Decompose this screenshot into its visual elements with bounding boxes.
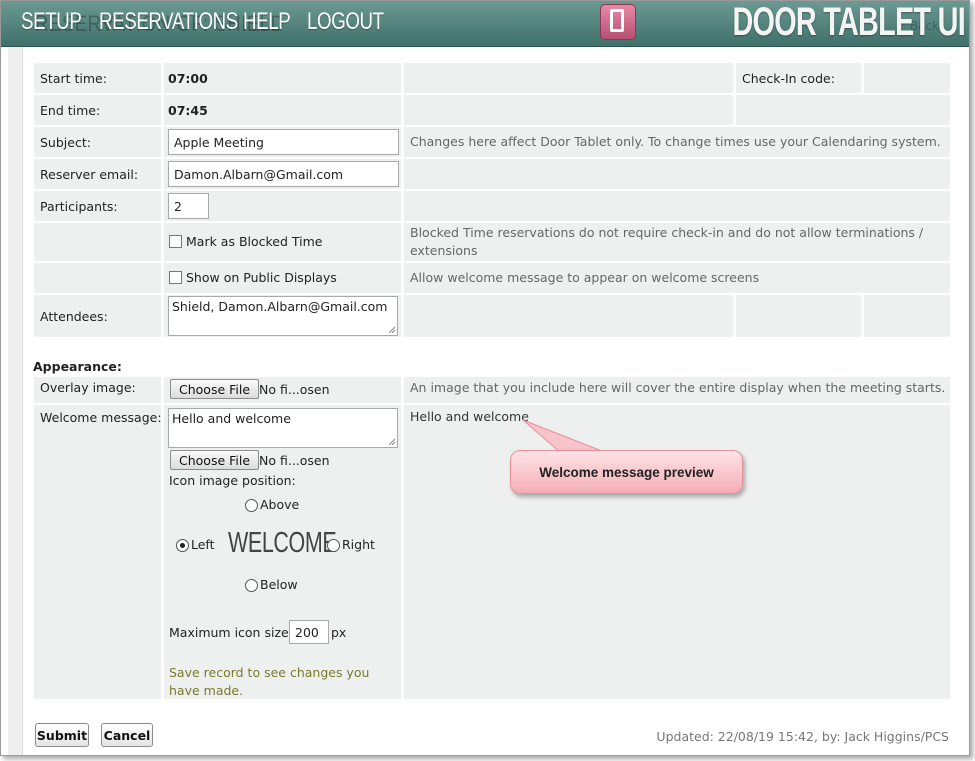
welcome-message-value: Hello and welcome — [172, 411, 291, 426]
overlay-image-label: Overlay image: — [40, 380, 136, 395]
public-displays-label: Show on Public Displays — [186, 270, 337, 285]
main-nav: SETUP RESERVATIONS HELP LOGOUT — [21, 8, 401, 36]
subject-input[interactable]: Apple Meeting — [168, 129, 399, 155]
welcome-message-label: Welcome message: — [40, 410, 162, 425]
left-scrollbar-track[interactable] — [8, 47, 23, 755]
radio-position-left[interactable] — [176, 539, 189, 552]
welcome-preview-callout: Welcome message preview — [510, 450, 743, 494]
participants-label: Participants: — [40, 199, 118, 214]
door-tablet-icon — [599, 4, 636, 40]
end-time-label: End time: — [40, 103, 101, 118]
overlay-choose-file-button[interactable]: Choose File — [170, 379, 260, 399]
attendees-label: Attendees: — [40, 309, 108, 324]
subject-label: Subject: — [40, 135, 91, 150]
overlay-file-name: No fi...osen — [259, 382, 330, 397]
radio-position-right[interactable] — [327, 539, 340, 552]
radio-right-label: Right — [342, 537, 375, 552]
blocked-time-note: Blocked Time reservations do not require… — [410, 225, 924, 258]
checkin-code-value — [864, 63, 950, 93]
attendees-value: Shield, Damon.Albarn@Gmail.com — [172, 299, 388, 314]
submit-button[interactable]: Submit — [35, 723, 89, 747]
welcome-icon-preview: WELCOME — [228, 527, 337, 559]
updated-info: Updated: 22/08/19 15:42, by: Jack Higgin… — [656, 729, 949, 744]
max-icon-size-unit: px — [331, 625, 347, 640]
start-time-label: Start time: — [40, 71, 107, 86]
cancel-button[interactable]: Cancel — [101, 723, 153, 747]
app-window: RESERVATION OF: SHIELD Back SETUP RESERV… — [0, 0, 970, 756]
start-time-value: 07:00 — [168, 71, 208, 86]
overlay-image-note: An image that you include here will cove… — [410, 380, 946, 395]
row-end-time: End time: 07:45 — [34, 95, 950, 125]
checkin-code-label: Check-In code: — [742, 71, 835, 86]
logo-text: DOOR TABLET UI — [732, 0, 965, 44]
welcome-choose-file-button[interactable]: Choose File — [170, 450, 260, 470]
max-icon-size-input[interactable]: 200 — [289, 620, 329, 644]
nav-reservations[interactable]: RESERVATIONS — [99, 8, 238, 36]
radio-above-label: Above — [260, 497, 300, 512]
welcome-file-name: No fi...osen — [259, 453, 330, 468]
nav-logout[interactable]: LOGOUT — [307, 8, 384, 36]
icon-position-label: Icon image position: — [169, 473, 296, 488]
max-icon-size-label: Maximum icon size: — [169, 625, 293, 640]
top-navigation-bar: RESERVATION OF: SHIELD Back SETUP RESERV… — [1, 1, 969, 47]
end-time-value: 07:45 — [168, 103, 208, 118]
nav-help[interactable]: HELP — [243, 8, 291, 36]
welcome-message-preview: Hello and welcome — [410, 409, 529, 424]
door-tablet-logo: DOOR TABLET UI — [599, 0, 966, 44]
blocked-time-checkbox[interactable] — [169, 235, 182, 248]
subject-note: Changes here affect Door Tablet only. To… — [410, 134, 941, 149]
save-record-note: Save record to see changes you have made… — [169, 665, 370, 698]
attendees-textarea[interactable]: Shield, Damon.Albarn@Gmail.com — [168, 296, 398, 336]
radio-left-label: Left — [191, 537, 215, 552]
participants-input[interactable]: 2 — [168, 193, 209, 219]
resize-grip-icon[interactable] — [388, 326, 396, 334]
radio-below-label: Below — [260, 577, 298, 592]
row-start-time: Start time: 07:00 Check-In code: — [34, 63, 950, 93]
public-displays-checkbox[interactable] — [169, 271, 182, 284]
radio-position-below[interactable] — [245, 579, 258, 592]
radio-position-above[interactable] — [245, 499, 258, 512]
public-displays-note: Allow welcome message to appear on welco… — [410, 270, 760, 285]
appearance-heading: Appearance: — [33, 359, 122, 374]
welcome-message-textarea[interactable]: Hello and welcome — [168, 408, 398, 448]
blocked-time-label: Mark as Blocked Time — [186, 234, 323, 249]
reserver-email-label: Reserver email: — [40, 167, 139, 182]
nav-setup[interactable]: SETUP — [21, 8, 82, 36]
reserver-email-input[interactable]: Damon.Albarn@Gmail.com — [168, 161, 399, 187]
resize-grip-icon[interactable] — [388, 438, 396, 446]
